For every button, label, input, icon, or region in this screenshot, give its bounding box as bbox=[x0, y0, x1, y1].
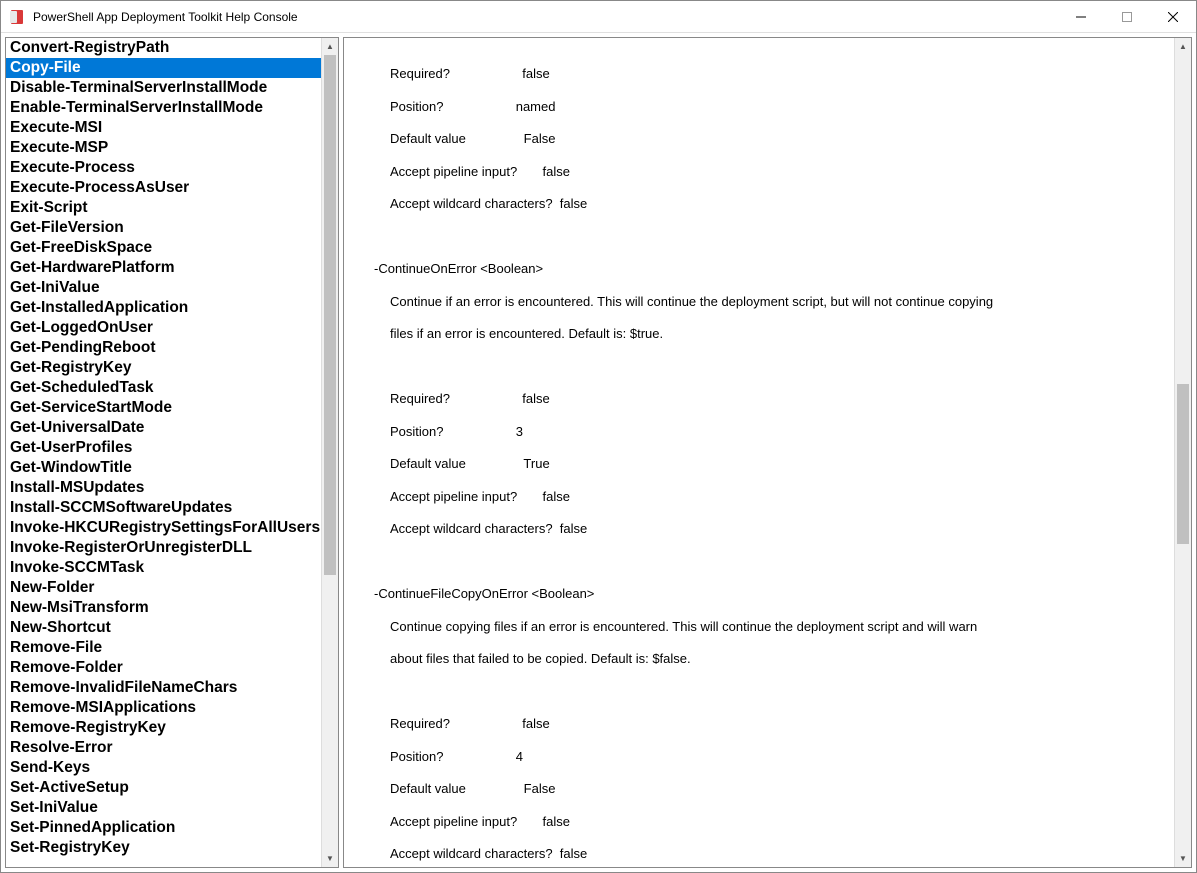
command-item[interactable]: Remove-RegistryKey bbox=[6, 718, 321, 738]
command-item[interactable]: Set-ActiveSetup bbox=[6, 778, 321, 798]
command-item[interactable]: Invoke-SCCMTask bbox=[6, 558, 321, 578]
param-wildcard: Accept wildcard characters? false bbox=[390, 521, 1160, 537]
command-item[interactable]: Send-Keys bbox=[6, 758, 321, 778]
command-item[interactable]: Disable-TerminalServerInstallMode bbox=[6, 78, 321, 98]
command-item[interactable]: Get-ScheduledTask bbox=[6, 378, 321, 398]
help-text: Required? false Position? named Default … bbox=[344, 38, 1174, 867]
command-item[interactable]: Execute-ProcessAsUser bbox=[6, 178, 321, 198]
scroll-up-arrow[interactable]: ▲ bbox=[1175, 38, 1191, 55]
maximize-button[interactable] bbox=[1104, 1, 1150, 32]
command-item[interactable]: Get-PendingReboot bbox=[6, 338, 321, 358]
minimize-button[interactable] bbox=[1058, 1, 1104, 32]
param-position: Position? 4 bbox=[390, 749, 1160, 765]
command-item[interactable]: Get-WindowTitle bbox=[6, 458, 321, 478]
command-item[interactable]: Remove-Folder bbox=[6, 658, 321, 678]
command-item[interactable]: Get-FileVersion bbox=[6, 218, 321, 238]
window-title: PowerShell App Deployment Toolkit Help C… bbox=[33, 10, 1058, 24]
command-item[interactable]: Get-InstalledApplication bbox=[6, 298, 321, 318]
continue-filecopy-header: -ContinueFileCopyOnError <Boolean> bbox=[374, 586, 1160, 602]
scroll-down-arrow[interactable]: ▼ bbox=[1175, 850, 1191, 867]
command-item[interactable]: Set-PinnedApplication bbox=[6, 818, 321, 838]
command-item[interactable]: Set-RegistryKey bbox=[6, 838, 321, 858]
command-item[interactable]: Copy-File bbox=[6, 58, 321, 78]
command-item[interactable]: Set-IniValue bbox=[6, 798, 321, 818]
command-item[interactable]: New-MsiTransform bbox=[6, 598, 321, 618]
command-item[interactable]: New-Shortcut bbox=[6, 618, 321, 638]
command-item[interactable]: Install-SCCMSoftwareUpdates bbox=[6, 498, 321, 518]
param-default: Default value False bbox=[390, 131, 1160, 147]
continue-on-error-desc2: files if an error is encountered. Defaul… bbox=[390, 326, 1160, 342]
scroll-thumb[interactable] bbox=[324, 55, 336, 575]
content-area: Convert-RegistryPathCopy-FileDisable-Ter… bbox=[1, 33, 1196, 872]
command-item[interactable]: Execute-MSI bbox=[6, 118, 321, 138]
param-default: Default value True bbox=[390, 456, 1160, 472]
close-button[interactable] bbox=[1150, 1, 1196, 32]
continue-on-error-desc: Continue if an error is encountered. Thi… bbox=[390, 294, 1160, 310]
sidebar-scrollbar[interactable]: ▲ ▼ bbox=[321, 38, 338, 867]
command-item[interactable]: Execute-Process bbox=[6, 158, 321, 178]
app-icon bbox=[9, 9, 25, 25]
command-item[interactable]: Resolve-Error bbox=[6, 738, 321, 758]
scroll-up-arrow[interactable]: ▲ bbox=[322, 38, 338, 55]
command-item[interactable]: Convert-RegistryPath bbox=[6, 38, 321, 58]
command-item[interactable]: Remove-File bbox=[6, 638, 321, 658]
param-pipeline: Accept pipeline input? false bbox=[390, 164, 1160, 180]
command-item[interactable]: New-Folder bbox=[6, 578, 321, 598]
titlebar: PowerShell App Deployment Toolkit Help C… bbox=[1, 1, 1196, 33]
scroll-down-arrow[interactable]: ▼ bbox=[322, 850, 338, 867]
param-required: Required? false bbox=[390, 391, 1160, 407]
command-item[interactable]: Get-ServiceStartMode bbox=[6, 398, 321, 418]
param-pipeline: Accept pipeline input? false bbox=[390, 814, 1160, 830]
command-item[interactable]: Get-UniversalDate bbox=[6, 418, 321, 438]
command-list[interactable]: Convert-RegistryPathCopy-FileDisable-Ter… bbox=[6, 38, 321, 867]
command-item[interactable]: Get-HardwarePlatform bbox=[6, 258, 321, 278]
scroll-thumb[interactable] bbox=[1177, 384, 1189, 544]
param-wildcard: Accept wildcard characters? false bbox=[390, 196, 1160, 212]
command-item[interactable]: Remove-InvalidFileNameChars bbox=[6, 678, 321, 698]
param-required: Required? false bbox=[390, 66, 1160, 82]
command-sidebar: Convert-RegistryPathCopy-FileDisable-Ter… bbox=[5, 37, 339, 868]
help-panel: Required? false Position? named Default … bbox=[343, 37, 1192, 868]
param-position: Position? 3 bbox=[390, 424, 1160, 440]
param-position: Position? named bbox=[390, 99, 1160, 115]
command-item[interactable]: Remove-MSIApplications bbox=[6, 698, 321, 718]
command-item[interactable]: Get-IniValue bbox=[6, 278, 321, 298]
continue-filecopy-desc: Continue copying files if an error is en… bbox=[390, 619, 1160, 635]
command-item[interactable]: Invoke-RegisterOrUnregisterDLL bbox=[6, 538, 321, 558]
command-item[interactable]: Get-FreeDiskSpace bbox=[6, 238, 321, 258]
main-scrollbar[interactable]: ▲ ▼ bbox=[1174, 38, 1191, 867]
command-item[interactable]: Get-RegistryKey bbox=[6, 358, 321, 378]
param-default: Default value False bbox=[390, 781, 1160, 797]
param-required: Required? false bbox=[390, 716, 1160, 732]
command-item[interactable]: Install-MSUpdates bbox=[6, 478, 321, 498]
command-item[interactable]: Get-UserProfiles bbox=[6, 438, 321, 458]
window-controls bbox=[1058, 1, 1196, 32]
command-item[interactable]: Execute-MSP bbox=[6, 138, 321, 158]
command-item[interactable]: Get-LoggedOnUser bbox=[6, 318, 321, 338]
command-item[interactable]: Exit-Script bbox=[6, 198, 321, 218]
param-wildcard: Accept wildcard characters? false bbox=[390, 846, 1160, 862]
continue-filecopy-desc2: about files that failed to be copied. De… bbox=[390, 651, 1160, 667]
command-item[interactable]: Invoke-HKCURegistrySettingsForAllUsers bbox=[6, 518, 321, 538]
command-item[interactable]: Enable-TerminalServerInstallMode bbox=[6, 98, 321, 118]
continue-on-error-header: -ContinueOnError <Boolean> bbox=[374, 261, 1160, 277]
param-pipeline: Accept pipeline input? false bbox=[390, 489, 1160, 505]
